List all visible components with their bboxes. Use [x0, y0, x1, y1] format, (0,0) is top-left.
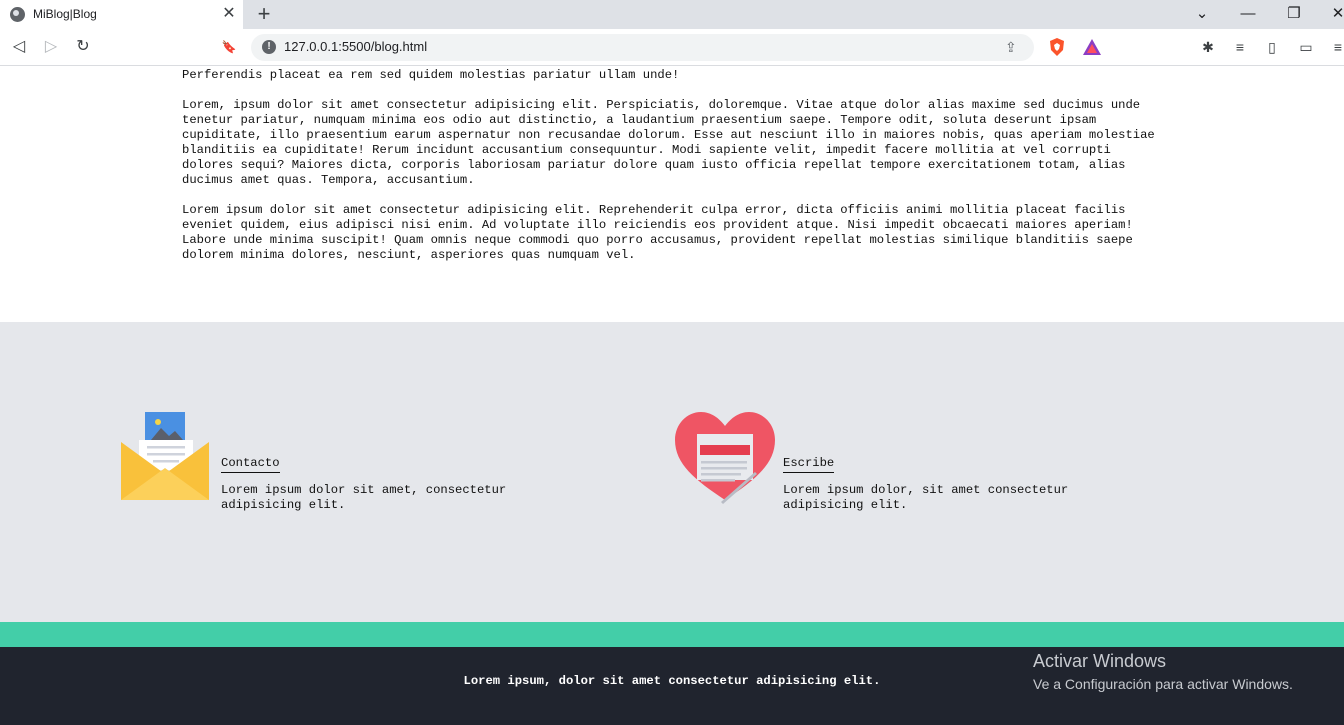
tab-strip: MiBlog|Blog ✕ + ⌄ — ❐ ✕	[0, 0, 1344, 29]
browser-tab[interactable]: MiBlog|Blog ✕	[0, 0, 243, 29]
contact-description: Lorem ipsum dolor sit amet, consectetur …	[221, 483, 507, 512]
globe-icon	[10, 7, 25, 22]
address-bar[interactable]: ! 127.0.0.1:5500/blog.html ⇪	[251, 34, 1034, 61]
envelope-icon	[121, 412, 209, 500]
article-paragraph: Lorem ipsum dolor sit amet consectetur a…	[182, 203, 1133, 262]
reload-button[interactable]: ↻	[72, 36, 94, 58]
heart-article-icon	[675, 412, 775, 504]
menu-icon[interactable]: ≡	[1328, 37, 1344, 57]
write-text: Escribe Lorem ipsum dolor, sit amet cons…	[783, 456, 1083, 513]
page-viewport: Lorem ipsum dolor sit amet consectetur a…	[0, 66, 1344, 725]
watermark-subtitle: Ve a Configuración para activar Windows.	[1033, 676, 1293, 692]
article-body: Lorem ipsum dolor sit amet consectetur a…	[182, 66, 1167, 278]
article-paragraph: Lorem ipsum dolor sit amet consectetur a…	[182, 66, 1140, 82]
share-icon[interactable]: ⇪	[1005, 39, 1021, 55]
write-description: Lorem ipsum dolor, sit amet consectetur …	[783, 483, 1069, 512]
minimize-button[interactable]: —	[1236, 2, 1260, 26]
contact-title[interactable]: Contacto	[221, 456, 280, 473]
tab-search-icon[interactable]: ⌄	[1190, 2, 1214, 26]
tab-title: MiBlog|Blog	[33, 7, 97, 21]
site-info-icon[interactable]: !	[262, 40, 276, 54]
back-button[interactable]: ◁	[8, 36, 30, 58]
extensions-icon[interactable]: ✱	[1198, 37, 1218, 57]
write-feature: Escribe Lorem ipsum dolor, sit amet cons…	[675, 412, 1115, 512]
restore-button[interactable]: ❐	[1282, 2, 1306, 26]
brave-rewards-icon[interactable]	[1082, 38, 1102, 56]
contact-text: Contacto Lorem ipsum dolor sit amet, con…	[221, 456, 521, 513]
watermark-title: Activar Windows	[1033, 651, 1167, 671]
brave-shield-icon[interactable]	[1048, 37, 1066, 57]
write-title[interactable]: Escribe	[783, 456, 835, 473]
forward-button[interactable]: ▷	[40, 36, 62, 58]
url-text[interactable]: 127.0.0.1:5500/blog.html	[284, 39, 427, 54]
playlist-icon[interactable]: ≡	[1230, 37, 1250, 57]
browser-toolbar: ◁ ▷ ↻ 🔖 ! 127.0.0.1:5500/blog.html ⇪ ✱ ≡…	[0, 29, 1344, 66]
wallet-icon[interactable]: ▭	[1296, 37, 1316, 57]
close-window-button[interactable]: ✕	[1326, 2, 1344, 26]
bookmark-icon[interactable]: 🔖	[218, 36, 240, 58]
new-tab-button[interactable]: +	[254, 2, 274, 26]
accent-bar	[0, 622, 1344, 647]
windows-activation-watermark: Activar Windows Ve a Configuración para …	[1033, 650, 1293, 694]
contact-feature: Contacto Lorem ipsum dolor sit amet, con…	[121, 412, 541, 512]
sidebar-icon[interactable]: ▯	[1262, 37, 1282, 57]
article-paragraph: Lorem, ipsum dolor sit amet consectetur …	[182, 98, 1155, 187]
close-tab-icon[interactable]: ✕	[221, 4, 237, 24]
features-section: Contacto Lorem ipsum dolor sit amet, con…	[0, 322, 1344, 622]
